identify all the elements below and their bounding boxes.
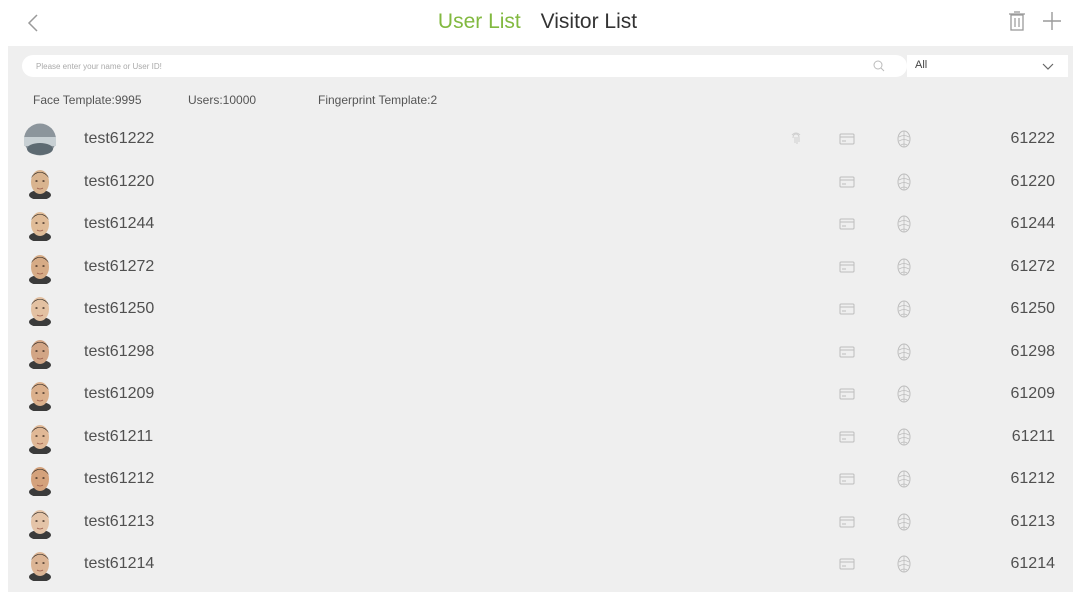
tab-user-list[interactable]: User List bbox=[431, 8, 528, 36]
avatar bbox=[29, 212, 51, 241]
trash-icon[interactable] bbox=[1006, 9, 1028, 33]
user-name: test61212 bbox=[84, 470, 155, 487]
avatar bbox=[29, 169, 51, 199]
user-row[interactable]: test61212 61212 bbox=[8, 458, 1073, 501]
user-row[interactable]: test61220 61220 bbox=[8, 161, 1073, 204]
user-row[interactable]: test61214 61214 bbox=[8, 543, 1073, 586]
face-icon bbox=[897, 513, 911, 530]
face-icon bbox=[897, 343, 911, 360]
card-icon bbox=[839, 516, 855, 527]
user-name: test61222 bbox=[84, 130, 155, 147]
user-count: Users:10000 bbox=[188, 93, 257, 107]
avatar bbox=[29, 424, 51, 454]
user-name: test61220 bbox=[84, 172, 155, 190]
avatar bbox=[29, 509, 51, 539]
search-bar: All bbox=[22, 55, 1068, 77]
user-name: test61298 bbox=[84, 342, 155, 360]
user-list: test61222 61222 test61220 61220 test61244 612… bbox=[8, 118, 1073, 586]
user-name: test61214 bbox=[84, 555, 155, 572]
user-id: 61211 bbox=[1011, 427, 1055, 445]
user-row[interactable]: test61250 61250 bbox=[8, 288, 1073, 331]
avatar bbox=[24, 123, 56, 156]
user-id: 61244 bbox=[1010, 215, 1056, 232]
user-id: 61272 bbox=[1010, 257, 1056, 275]
user-id: 61222 bbox=[1010, 130, 1056, 147]
user-id: 61209 bbox=[1010, 385, 1056, 402]
face-template-count: Face Template:9995 bbox=[33, 93, 142, 107]
user-list-panel: All Face Template:9995 Users:10000 Finge… bbox=[8, 46, 1073, 592]
avatar bbox=[29, 552, 51, 581]
user-row[interactable]: test61244 61244 bbox=[8, 203, 1073, 246]
user-id: 61220 bbox=[1010, 172, 1056, 190]
face-icon bbox=[897, 215, 911, 233]
list-tabs: User List Visitor List bbox=[0, 8, 1075, 36]
user-id: 61213 bbox=[1010, 512, 1056, 530]
face-icon bbox=[897, 555, 911, 573]
filter-selected-value: All bbox=[915, 59, 928, 71]
user-name: test61272 bbox=[84, 257, 155, 275]
user-row[interactable]: test61298 61298 bbox=[8, 331, 1073, 374]
user-id: 61250 bbox=[1010, 300, 1056, 317]
top-bar: User List Visitor List bbox=[0, 0, 1075, 46]
user-row[interactable]: test61211 61211 bbox=[8, 416, 1073, 459]
face-icon bbox=[897, 300, 911, 318]
card-icon bbox=[839, 303, 855, 315]
plus-icon[interactable] bbox=[1040, 8, 1064, 34]
user-row[interactable]: test61213 61213 bbox=[8, 501, 1073, 544]
user-name: test61211 bbox=[84, 427, 154, 445]
user-id: 61212 bbox=[1010, 470, 1056, 487]
tab-visitor-list[interactable]: Visitor List bbox=[534, 8, 644, 36]
avatar bbox=[29, 339, 51, 369]
user-row[interactable]: test61209 61209 bbox=[8, 373, 1073, 416]
card-icon bbox=[839, 261, 855, 272]
fingerprint-template-count: Fingerprint Template:2 bbox=[318, 93, 438, 107]
card-icon bbox=[839, 176, 855, 187]
chevron-down-icon bbox=[1042, 63, 1054, 70]
avatar bbox=[29, 254, 51, 284]
user-name: test61213 bbox=[84, 512, 155, 530]
user-name: test61250 bbox=[84, 300, 155, 317]
search-input[interactable] bbox=[36, 55, 856, 77]
fingerprint-icon bbox=[791, 132, 801, 144]
card-icon bbox=[839, 218, 855, 230]
user-row[interactable]: test61272 61272 bbox=[8, 246, 1073, 289]
user-id: 61298 bbox=[1010, 342, 1056, 360]
face-icon bbox=[897, 258, 911, 275]
avatar bbox=[29, 467, 51, 496]
face-icon bbox=[897, 428, 911, 445]
user-name: test61209 bbox=[84, 385, 155, 402]
user-filter-dropdown[interactable]: All bbox=[907, 55, 1068, 77]
card-icon bbox=[839, 431, 855, 442]
face-icon bbox=[897, 130, 911, 148]
user-id: 61214 bbox=[1010, 555, 1056, 572]
face-icon bbox=[897, 173, 911, 190]
card-icon bbox=[839, 346, 855, 357]
avatar bbox=[29, 297, 51, 326]
card-icon bbox=[839, 473, 855, 485]
face-icon bbox=[897, 470, 911, 488]
avatar bbox=[29, 382, 51, 411]
user-row[interactable]: test61222 61222 bbox=[8, 118, 1073, 161]
user-name: test61244 bbox=[84, 215, 155, 232]
card-icon bbox=[839, 558, 855, 570]
face-icon bbox=[897, 385, 911, 403]
search-box bbox=[22, 55, 907, 77]
card-icon bbox=[839, 133, 855, 145]
card-icon bbox=[839, 388, 855, 400]
search-icon[interactable] bbox=[872, 59, 886, 73]
